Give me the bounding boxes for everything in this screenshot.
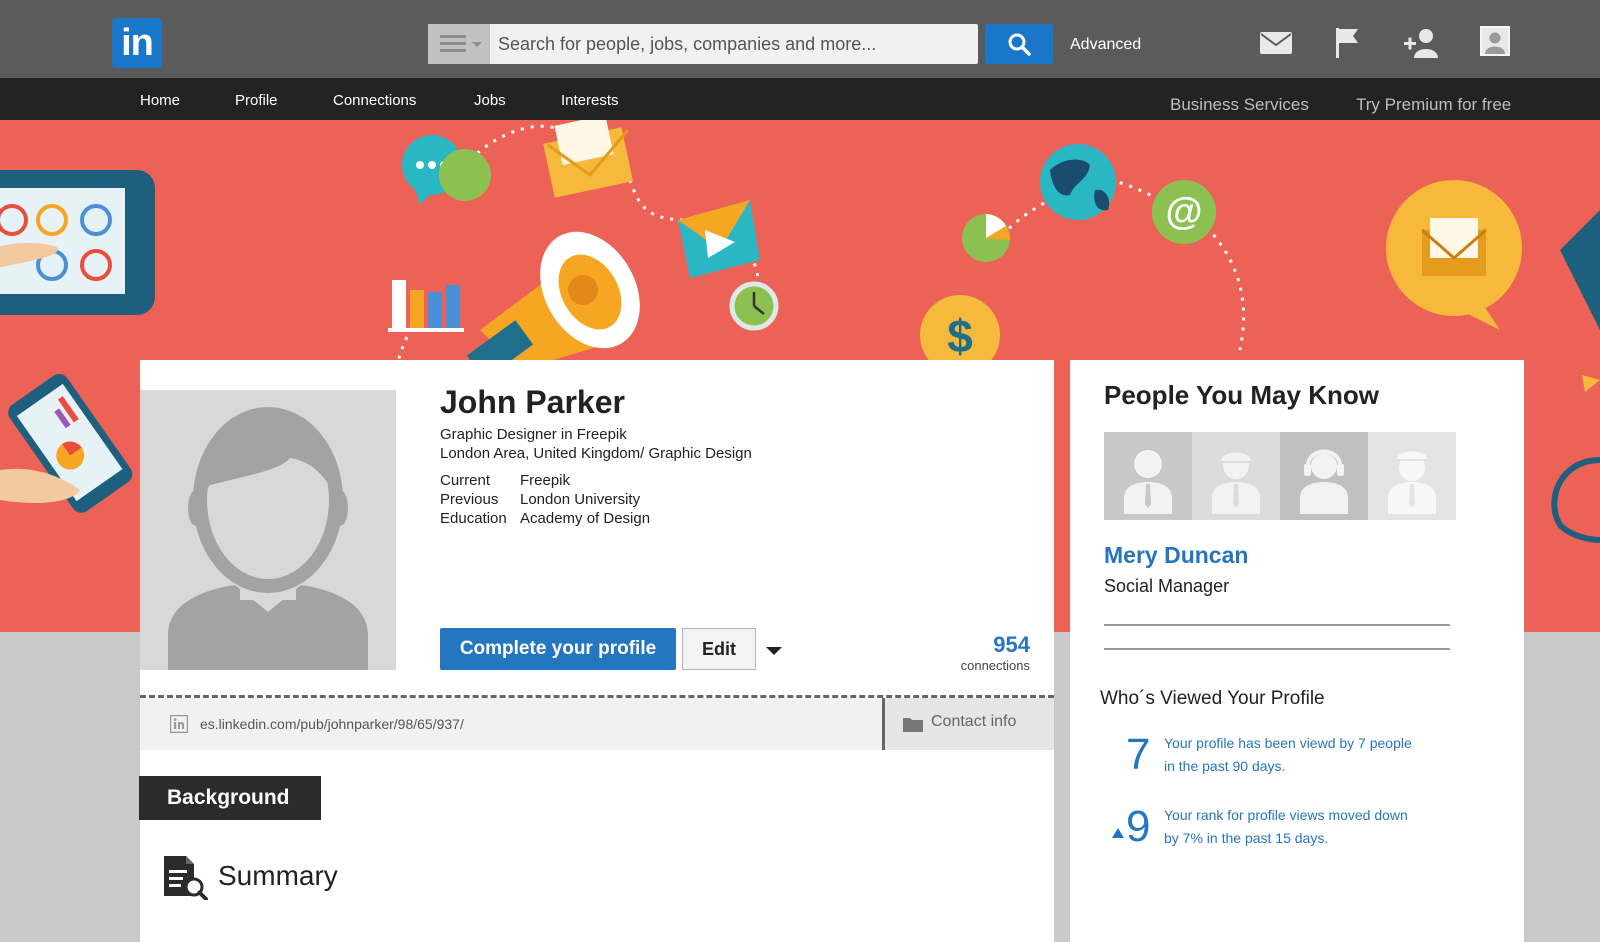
public-profile-url[interactable]: es.linkedin.com/pub/johnparker/98/65/937… bbox=[200, 716, 464, 732]
nav-home[interactable]: Home bbox=[140, 92, 180, 109]
profile-location: London Area, United Kingdom/ Graphic Des… bbox=[440, 445, 752, 462]
nav-connections[interactable]: Connections bbox=[333, 92, 416, 109]
suggested-person-avatar[interactable] bbox=[1104, 432, 1192, 520]
account-avatar-icon[interactable] bbox=[1480, 26, 1510, 56]
profile-views-text[interactable]: Your profile has been viewd by 7 people … bbox=[1164, 732, 1414, 778]
mail-icon[interactable] bbox=[1260, 32, 1292, 54]
search-bar bbox=[428, 24, 978, 64]
suggested-person-title: Social Manager bbox=[1104, 576, 1230, 596]
main-nav: Home Profile Connections Jobs Interests … bbox=[0, 78, 1600, 120]
search-input[interactable] bbox=[498, 24, 968, 64]
officer-person-icon bbox=[1388, 449, 1436, 514]
menu-icon bbox=[440, 35, 466, 53]
info-row-current: Current Freepik bbox=[440, 472, 570, 489]
nav-jobs[interactable]: Jobs bbox=[474, 92, 506, 109]
connections-label: connections bbox=[960, 658, 1030, 673]
top-bar: in Advanced bbox=[0, 0, 1600, 78]
flag-icon[interactable] bbox=[1336, 28, 1360, 58]
search-category-dropdown[interactable] bbox=[428, 24, 490, 64]
nav-interests[interactable]: Interests bbox=[561, 92, 619, 109]
linkedin-logo[interactable]: in bbox=[112, 18, 162, 68]
tab-background[interactable]: Background bbox=[139, 776, 321, 820]
person-icon bbox=[1124, 450, 1172, 514]
suggested-person-avatar[interactable] bbox=[1280, 432, 1368, 520]
people-you-may-know-title: People You May Know bbox=[1104, 380, 1379, 410]
linkedin-small-icon bbox=[170, 715, 188, 733]
connections-count[interactable]: 954 bbox=[880, 632, 1030, 658]
profile-card: John Parker Graphic Designer in Freepik … bbox=[139, 360, 1054, 942]
svg-text:$: $ bbox=[947, 310, 973, 362]
info-value[interactable]: Academy of Design bbox=[520, 510, 650, 527]
user-silhouette-icon bbox=[168, 407, 368, 670]
public-profile-url-bar: es.linkedin.com/pub/johnparker/98/65/937… bbox=[140, 698, 882, 750]
profile-rank-value[interactable]: 9 bbox=[1126, 802, 1150, 852]
search-button[interactable] bbox=[985, 24, 1053, 64]
profile-photo-placeholder[interactable] bbox=[140, 390, 396, 670]
info-row-education: Education Academy of Design bbox=[440, 510, 650, 527]
tablet-illustration bbox=[0, 170, 155, 315]
info-value[interactable]: Freepik bbox=[520, 472, 570, 489]
summary-document-icon bbox=[164, 856, 208, 900]
profile-name: John Parker bbox=[440, 384, 625, 420]
info-label: Current bbox=[440, 472, 491, 489]
profile-views-count[interactable]: 7 bbox=[1126, 730, 1150, 780]
sidebar-card: People You May Know Mery Duncan Social M… bbox=[1070, 360, 1524, 942]
chevron-down-icon[interactable] bbox=[766, 647, 782, 655]
info-label: Education bbox=[440, 510, 507, 527]
contact-info-button[interactable]: Contact info bbox=[882, 698, 1054, 750]
profile-headline: Graphic Designer in Freepik bbox=[440, 426, 627, 443]
divider bbox=[1104, 648, 1450, 650]
suggested-person-avatar[interactable] bbox=[1368, 432, 1456, 520]
worker-icon bbox=[1212, 450, 1260, 514]
nav-profile[interactable]: Profile bbox=[235, 92, 278, 109]
suggested-person-name[interactable]: Mery Duncan bbox=[1104, 542, 1248, 569]
info-label: Previous bbox=[440, 491, 499, 508]
headset-person-icon bbox=[1300, 449, 1348, 514]
advanced-search-link[interactable]: Advanced bbox=[1070, 36, 1141, 54]
business-services-link[interactable]: Business Services bbox=[1170, 95, 1309, 115]
rank-arrow-icon bbox=[1112, 828, 1124, 838]
svg-text:@: @ bbox=[1165, 191, 1202, 233]
profile-rank-text[interactable]: Your rank for profile views moved down b… bbox=[1164, 804, 1414, 850]
people-suggestions-strip bbox=[1104, 432, 1456, 520]
add-connection-icon[interactable] bbox=[1404, 28, 1440, 58]
whos-viewed-title: Who´s Viewed Your Profile bbox=[1100, 688, 1325, 709]
folder-icon bbox=[903, 718, 923, 732]
contact-info-label: Contact info bbox=[931, 713, 1017, 730]
complete-profile-button[interactable]: Complete your profile bbox=[440, 628, 676, 670]
chevron-down-icon bbox=[472, 42, 482, 47]
info-value[interactable]: London University bbox=[520, 491, 640, 508]
divider bbox=[1104, 624, 1450, 626]
search-icon bbox=[1008, 33, 1031, 56]
try-premium-link[interactable]: Try Premium for free bbox=[1356, 95, 1511, 115]
summary-title: Summary bbox=[218, 860, 338, 891]
suggested-person-avatar[interactable] bbox=[1192, 432, 1280, 520]
edit-button[interactable]: Edit bbox=[682, 628, 756, 670]
info-row-previous: Previous London University bbox=[440, 491, 640, 508]
